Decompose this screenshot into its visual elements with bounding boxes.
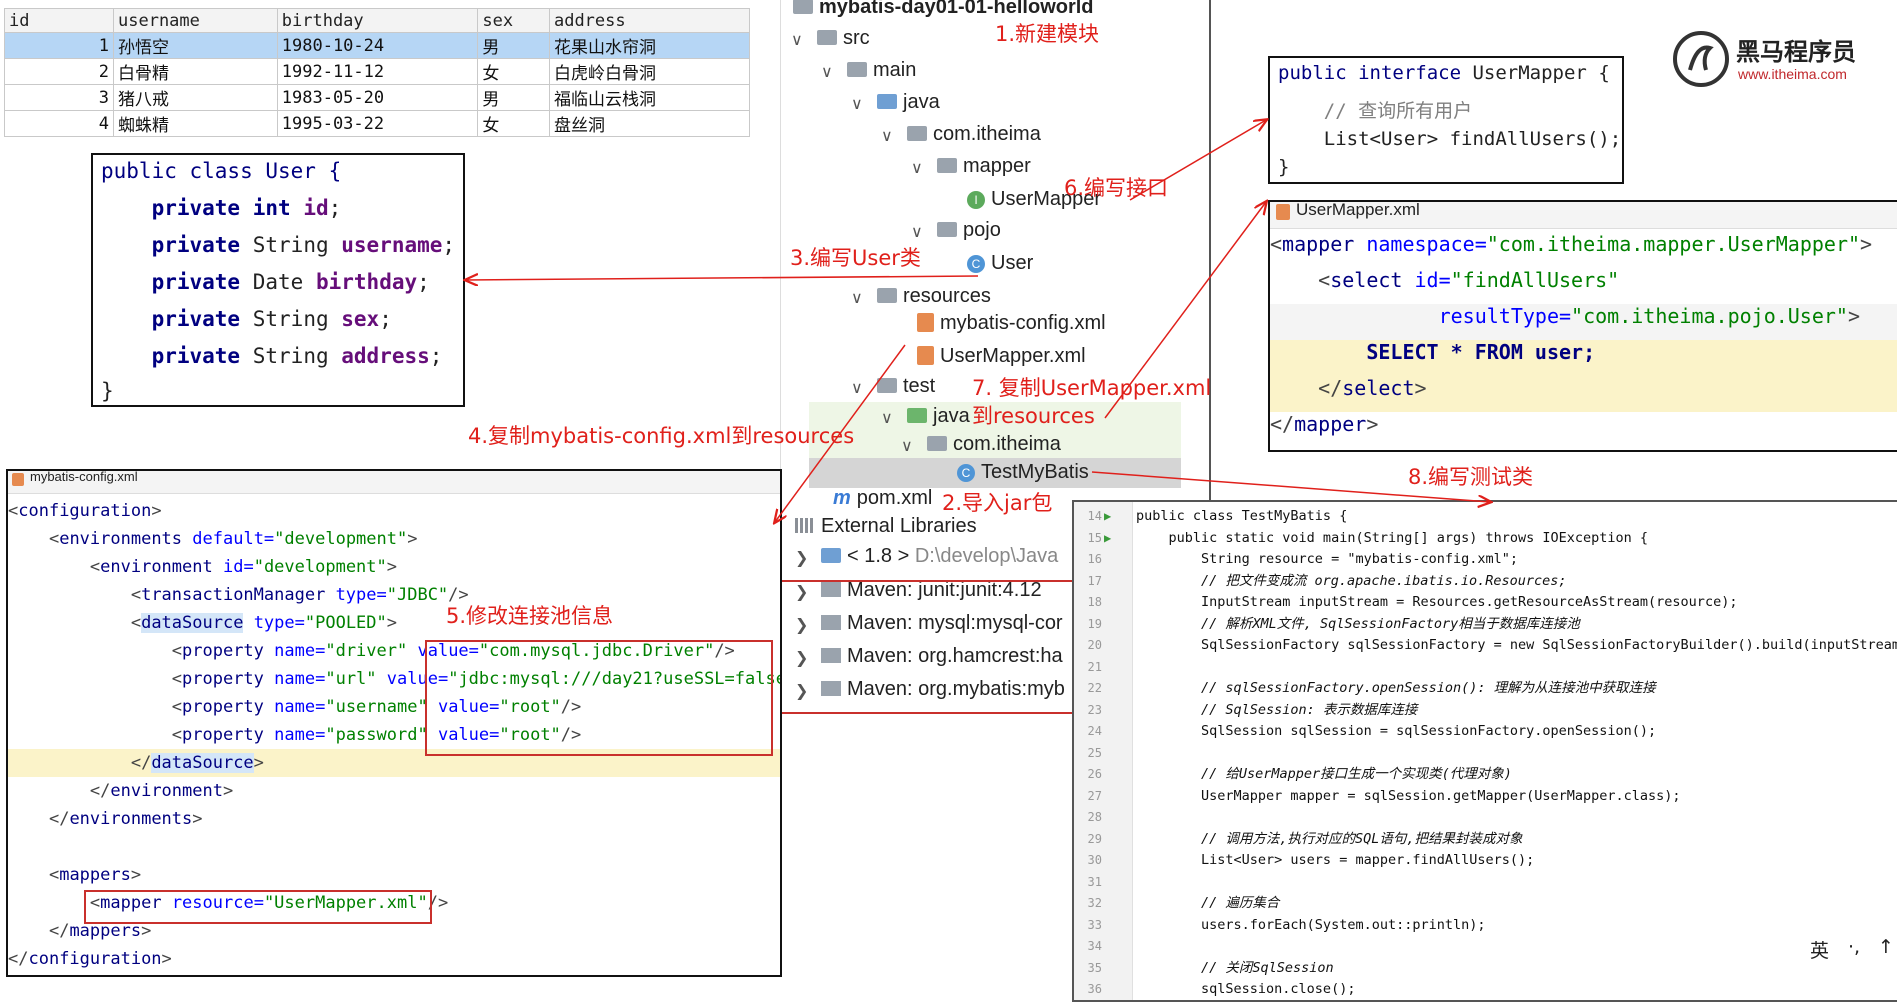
ime-indicator[interactable]: 英 ·, ↑ bbox=[1808, 934, 1897, 966]
arrow-to-mapper-xml bbox=[1104, 202, 1266, 419]
toolbar-icon: ↑ bbox=[1878, 936, 1894, 958]
annotation-arrows bbox=[0, 0, 1897, 998]
arrow-to-user-class bbox=[466, 276, 979, 280]
arrow-to-interface bbox=[1129, 120, 1266, 201]
punctuation-icon: ·, bbox=[1848, 936, 1861, 958]
ime-language-label: 英 bbox=[1810, 940, 1830, 962]
arrow-to-test-class bbox=[1091, 471, 1490, 502]
arrow-to-config bbox=[775, 344, 906, 522]
